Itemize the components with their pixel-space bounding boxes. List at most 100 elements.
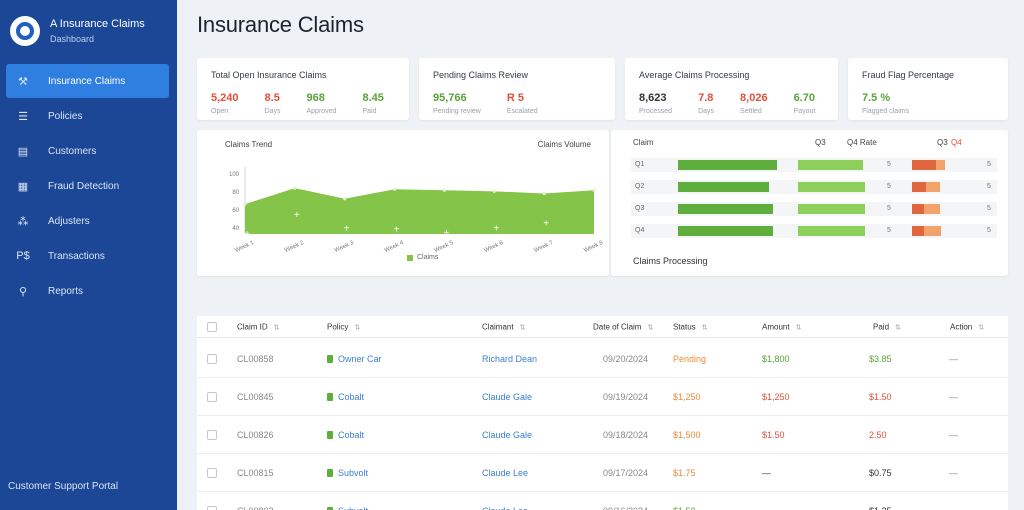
- bar-row[interactable]: Q4 5 5: [631, 224, 997, 238]
- bar-row[interactable]: Q1 5 5: [631, 158, 997, 172]
- bar-green-primary: [678, 160, 777, 170]
- x-tick-label: Week 1: [234, 240, 255, 254]
- claim-date: 09/20/2024: [603, 353, 649, 364]
- kpi-number: 8,623: [639, 92, 667, 104]
- series-point[interactable]: [243, 202, 247, 206]
- row-checkbox[interactable]: [207, 353, 217, 364]
- series-point[interactable]: [542, 191, 546, 196]
- policy-cell[interactable]: Subvolt: [327, 506, 368, 510]
- sidebar-item-4[interactable]: ⁂ Adjusters: [6, 204, 169, 238]
- row-checkbox[interactable]: [207, 505, 217, 510]
- table-row[interactable]: CL00815 Subvolt Claude Lee 09/17/2024 $1.75 —…: [197, 454, 1008, 492]
- kpi-caption: Pending review: [433, 108, 481, 115]
- claim-id: CL00826: [237, 429, 274, 440]
- x-tick-label: Week 2: [284, 240, 305, 254]
- bar-orange-primary: [912, 226, 924, 236]
- claim-amount: $1.50: [762, 429, 785, 440]
- row-action[interactable]: —: [949, 354, 958, 364]
- table-row[interactable]: CL00845 Cobalt Claude Gale 09/19/2024 $1,250…: [197, 378, 1008, 416]
- sidebar-item-6[interactable]: ⚲ Reports: [6, 274, 169, 308]
- brand[interactable]: A Insurance Claims Dashboard: [10, 16, 145, 46]
- claim-id: CL00845: [237, 391, 274, 402]
- calendar-icon: ▦: [17, 180, 29, 193]
- legend-label: Claims: [417, 254, 439, 261]
- claim-paid: $1.25: [869, 506, 892, 510]
- claimant-link[interactable]: Claude Gale: [482, 430, 532, 440]
- bar-value-right: 5: [987, 161, 991, 168]
- sidebar-item-1[interactable]: ☰ Policies: [6, 99, 169, 133]
- kpi-number: 968: [306, 92, 325, 104]
- sidebar-footer[interactable]: Customer Support Portal: [8, 481, 118, 492]
- row-action[interactable]: —: [949, 506, 958, 510]
- bar-row[interactable]: Q3 5 5: [631, 202, 997, 216]
- claim-id: CL00815: [237, 467, 274, 478]
- col-claimant[interactable]: Claimant ⇅: [482, 322, 525, 331]
- col-action[interactable]: Action ⇅: [950, 322, 984, 331]
- col-amount[interactable]: Amount ⇅: [762, 322, 801, 331]
- sidebar-item-3[interactable]: ▦ Fraud Detection: [6, 169, 169, 203]
- claim-status: $1.75: [673, 467, 696, 478]
- kpi-number: 95,766: [433, 92, 467, 104]
- table-row[interactable]: CL00802 Subvolt Claude Lee 09/16/2024 $1.50 —…: [197, 492, 1008, 510]
- bar-row[interactable]: Q2 5 5: [631, 180, 997, 194]
- sidebar-item-label: Insurance Claims: [48, 75, 126, 87]
- row-action[interactable]: —: [949, 430, 958, 440]
- bar-green-secondary: [798, 226, 865, 236]
- sidebar-item-0[interactable]: ⚒ Insurance Claims: [6, 64, 169, 98]
- series-point[interactable]: [392, 187, 397, 191]
- row-checkbox[interactable]: [207, 467, 217, 478]
- kpi-number: 8.45: [362, 92, 384, 104]
- select-all-checkbox[interactable]: [207, 321, 217, 332]
- policy-cell[interactable]: Subvolt: [327, 468, 368, 478]
- col-paid[interactable]: Paid ⇅: [873, 322, 901, 331]
- row-checkbox[interactable]: [207, 391, 217, 402]
- col-date[interactable]: Date of Claim ⇅: [593, 322, 653, 331]
- claimant-link[interactable]: Richard Dean: [482, 354, 537, 364]
- col-status[interactable]: Status ⇅: [673, 322, 708, 331]
- bars-head-q3-right: Q3: [937, 138, 948, 147]
- marker-plus: +: [444, 228, 450, 239]
- table-row[interactable]: CL00858 Owner Car Richard Dean 09/20/2024 Pe…: [197, 340, 1008, 378]
- table-row[interactable]: CL00826 Cobalt Claude Gale 09/18/2024 $1,500…: [197, 416, 1008, 454]
- x-tick-label: Week 6: [483, 240, 504, 254]
- series-point[interactable]: [592, 188, 596, 192]
- policy-cell[interactable]: Owner Car: [327, 354, 382, 364]
- claimant-link[interactable]: Claude Gale: [482, 392, 532, 402]
- bar-value: 5: [887, 183, 891, 190]
- claimant-link[interactable]: Claude Lee: [482, 468, 528, 478]
- series-point[interactable]: [343, 197, 347, 201]
- kpi-value: 8.5 Days: [265, 92, 281, 115]
- kpi-number: R 5: [506, 92, 524, 104]
- policy-cell[interactable]: Cobalt: [327, 392, 364, 402]
- col-policy[interactable]: Policy ⇅: [327, 322, 360, 331]
- bars-footer: Claims Processing: [633, 256, 708, 266]
- row-action[interactable]: —: [949, 392, 958, 402]
- bar-orange-primary: [912, 182, 926, 192]
- kpi-card-0: Total Open Insurance Claims 5,240 Open 8.5 D…: [197, 58, 409, 120]
- table-header: Claim ID ⇅ Policy ⇅ Claimant ⇅ Date of Clai…: [197, 316, 1008, 338]
- policy-cell[interactable]: Cobalt: [327, 430, 364, 440]
- marker-plus: +: [394, 225, 400, 236]
- marker-plus: +: [543, 218, 549, 229]
- sidebar: A Insurance Claims Dashboard ⚒ Insurance …: [0, 0, 177, 510]
- kpi-caption: Days: [264, 108, 281, 115]
- series-point[interactable]: [492, 189, 496, 193]
- series-point[interactable]: [442, 188, 447, 192]
- row-action[interactable]: —: [949, 468, 958, 478]
- series-point[interactable]: [293, 186, 297, 190]
- sidebar-item-label: Policies: [48, 110, 83, 122]
- sidebar-item-5[interactable]: P$ Transactions: [6, 239, 169, 273]
- col-claim-id[interactable]: Claim ID ⇅: [237, 322, 280, 331]
- policy-icon: [327, 392, 333, 401]
- x-tick-label: Week 7: [533, 240, 554, 254]
- logo: [10, 16, 40, 46]
- claimant-link[interactable]: Claude Lee: [482, 506, 528, 510]
- kpi-value: 8.45 Paid: [362, 92, 383, 115]
- policy-icon: [327, 354, 333, 363]
- kpi-title: Fraud Flag Percentage: [862, 70, 955, 80]
- sidebar-item-2[interactable]: ▤ Customers: [6, 134, 169, 168]
- document-icon: ▤: [17, 145, 29, 158]
- row-checkbox[interactable]: [207, 429, 217, 440]
- bars-head-q3: Q3: [815, 138, 826, 147]
- bar-green-secondary: [798, 204, 865, 214]
